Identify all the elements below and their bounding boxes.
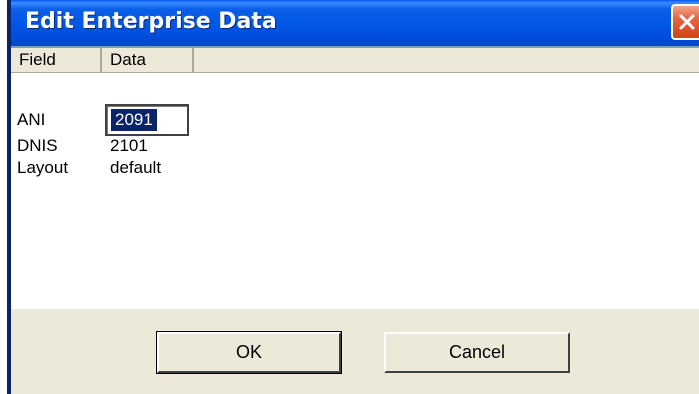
ok-button[interactable]: OK xyxy=(156,331,342,374)
field-cell: ANI xyxy=(17,110,46,129)
cancel-button[interactable]: Cancel xyxy=(384,332,570,373)
list-row-layout[interactable]: Layout default xyxy=(11,158,699,178)
column-header-field[interactable]: Field xyxy=(11,48,102,72)
data-cell: default xyxy=(110,158,162,177)
button-bar: OK Cancel xyxy=(11,309,699,394)
close-x-icon xyxy=(679,14,695,30)
field-cell: Layout xyxy=(17,158,69,177)
column-header-data[interactable]: Data xyxy=(102,48,194,72)
selected-edit-text[interactable]: 2091 xyxy=(111,109,157,131)
enterprise-data-list[interactable]: Field Data ANI DNIS 2101 Layout default … xyxy=(11,46,699,309)
list-row-dnis[interactable]: DNIS 2101 xyxy=(11,136,699,156)
window-title: Edit Enterprise Data xyxy=(25,9,277,34)
close-button[interactable] xyxy=(671,4,699,40)
inline-edit-field[interactable]: 2091 xyxy=(105,104,189,136)
list-header: Field Data xyxy=(11,48,699,73)
data-cell: 2101 xyxy=(110,136,148,155)
edit-enterprise-data-dialog: Edit Enterprise Data Field Data ANI DNIS… xyxy=(7,0,699,394)
field-cell: DNIS xyxy=(17,136,58,155)
title-bar[interactable]: Edit Enterprise Data xyxy=(11,0,699,46)
